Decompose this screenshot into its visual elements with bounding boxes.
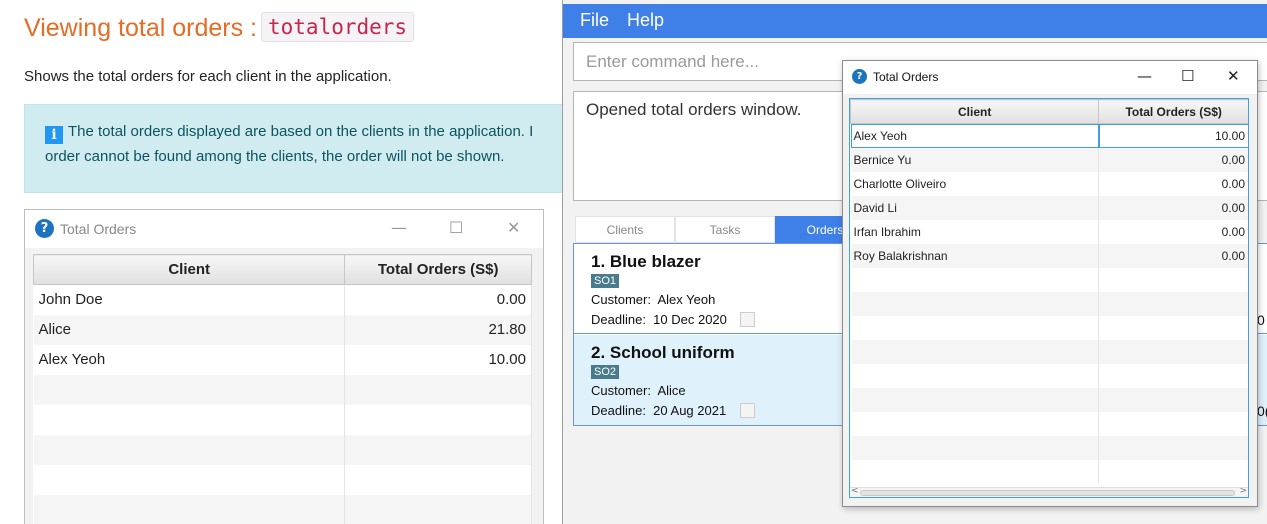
order-tag: SO2: [591, 365, 620, 379]
table-row[interactable]: Roy Balakrishnan 0.00: [850, 243, 1248, 268]
client-cell: John Doe: [33, 284, 346, 315]
order-name: 1. Blue blazer: [591, 252, 701, 271]
table-row[interactable]: Alex Yeoh 10.00: [33, 344, 532, 375]
column-header-client[interactable]: Client: [850, 99, 1100, 124]
client-cell: Charlotte Oliveiro: [850, 171, 1100, 196]
doc-heading: Viewing total orders : totalorders: [24, 12, 415, 43]
done-checkbox[interactable]: [740, 403, 755, 418]
info-line-2: order cannot be found among the clients,…: [45, 148, 505, 165]
menu-help[interactable]: Help: [627, 10, 664, 31]
close-icon[interactable]: ✕: [1227, 67, 1240, 85]
total-cell: 0.00: [1098, 195, 1248, 220]
total-cell: 10.00: [344, 344, 532, 375]
popup-table-container: Client Total Orders (S$) Alex Yeoh 10.00 …: [849, 98, 1249, 498]
order-amount-partial: 0(: [1257, 403, 1267, 419]
empty-row: [850, 363, 1248, 388]
info-callout: i The total orders displayed are based on…: [24, 104, 584, 193]
maximize-icon[interactable]: ☐: [1181, 67, 1194, 85]
column-header-client[interactable]: Client: [32, 254, 346, 285]
table-row[interactable]: Alice 21.80: [33, 314, 532, 345]
screenshot-root: Viewing total orders : totalorders Shows …: [0, 0, 1267, 524]
scroll-left-icon[interactable]: <: [851, 486, 859, 496]
client-cell: Irfan Ibrahim: [850, 219, 1100, 244]
empty-row: [33, 404, 532, 435]
table-row[interactable]: David Li 0.00: [850, 195, 1248, 220]
empty-row: [850, 267, 1248, 292]
tab-clients[interactable]: Clients: [575, 216, 675, 243]
order-amount-partial: 0: [1257, 312, 1265, 328]
empty-row: [850, 387, 1248, 412]
empty-row: [850, 435, 1248, 460]
question-icon: ?: [852, 69, 867, 84]
window-title: Total Orders: [60, 221, 137, 237]
table-row[interactable]: John Doe 0.00: [33, 284, 532, 315]
client-cell: Bernice Yu: [850, 147, 1100, 172]
info-line-1: The total orders displayed are based on …: [68, 123, 534, 140]
client-cell: Alex Yeoh: [850, 123, 1100, 148]
popup-total-orders-table: Client Total Orders (S$) Alex Yeoh 10.00 …: [850, 99, 1248, 484]
window-titlebar: ? Total Orders — ☐ ✕: [25, 210, 543, 248]
total-cell: 21.80: [344, 314, 532, 345]
total-cell: 0.00: [1098, 243, 1248, 268]
scroll-right-icon[interactable]: >: [1239, 486, 1247, 496]
total-orders-popup: ? Total Orders — ☐ ✕ Client Total Orders…: [842, 60, 1258, 507]
order-customer: Customer: Alex Yeoh: [591, 292, 716, 307]
popup-title: Total Orders: [873, 70, 939, 84]
empty-row: [850, 339, 1248, 364]
table-row[interactable]: Charlotte Oliveiro 0.00: [850, 171, 1248, 196]
empty-row: [850, 315, 1248, 340]
client-cell: Alex Yeoh: [33, 344, 346, 375]
minimize-icon[interactable]: —: [1137, 67, 1152, 85]
tab-tasks[interactable]: Tasks: [675, 216, 775, 243]
table-row[interactable]: Bernice Yu 0.00: [850, 147, 1248, 172]
order-deadline: Deadline: 10 Dec 2020: [591, 312, 727, 327]
order-name: 2. School uniform: [591, 343, 735, 362]
client-cell: Roy Balakrishnan: [850, 243, 1100, 268]
total-orders-table: Client Total Orders (S$) John Doe 0.00 Al…: [32, 254, 532, 524]
client-cell: David Li: [850, 195, 1100, 220]
doc-heading-command: totalorders: [261, 12, 415, 42]
empty-row: [850, 459, 1248, 484]
question-icon: ?: [35, 219, 54, 238]
order-customer: Customer: Alice: [591, 383, 686, 398]
popup-titlebar[interactable]: ? Total Orders — ☐ ✕: [843, 61, 1257, 94]
empty-row: [850, 411, 1248, 436]
maximize-icon[interactable]: ☐: [449, 218, 463, 237]
horizontal-scrollbar[interactable]: < >: [850, 486, 1248, 497]
total-orders-window-screenshot: ? Total Orders — ☐ ✕ Client Total Orders…: [24, 209, 544, 524]
doc-heading-text: Viewing total orders :: [24, 14, 257, 42]
info-icon: i: [45, 126, 63, 144]
menu-bar: File Help: [563, 4, 1267, 38]
order-tag: SO1: [591, 274, 620, 288]
table-row-selected[interactable]: Alex Yeoh 10.00: [850, 123, 1248, 148]
total-cell: 10.00: [1098, 123, 1248, 148]
column-header-total[interactable]: Total Orders (S$): [1098, 99, 1248, 124]
table-row[interactable]: Irfan Ibrahim 0.00: [850, 219, 1248, 244]
empty-row: [33, 434, 532, 465]
close-icon[interactable]: ✕: [507, 218, 520, 237]
total-cell: 0.00: [1098, 219, 1248, 244]
doc-description: Shows the total orders for each client i…: [24, 68, 392, 85]
column-header-total[interactable]: Total Orders (S$): [344, 254, 532, 285]
menu-file[interactable]: File: [580, 10, 609, 31]
empty-row: [33, 464, 532, 495]
total-cell: 0.00: [344, 284, 532, 315]
empty-row: [850, 291, 1248, 316]
empty-row: [33, 494, 532, 524]
total-cell: 0.00: [1098, 147, 1248, 172]
order-deadline: Deadline: 20 Aug 2021: [591, 403, 727, 418]
total-cell: 0.00: [1098, 171, 1248, 196]
done-checkbox[interactable]: [740, 312, 755, 327]
minimize-icon[interactable]: —: [391, 218, 407, 237]
empty-row: [33, 374, 532, 405]
client-cell: Alice: [33, 314, 346, 345]
scrollbar-thumb[interactable]: [860, 490, 1235, 496]
